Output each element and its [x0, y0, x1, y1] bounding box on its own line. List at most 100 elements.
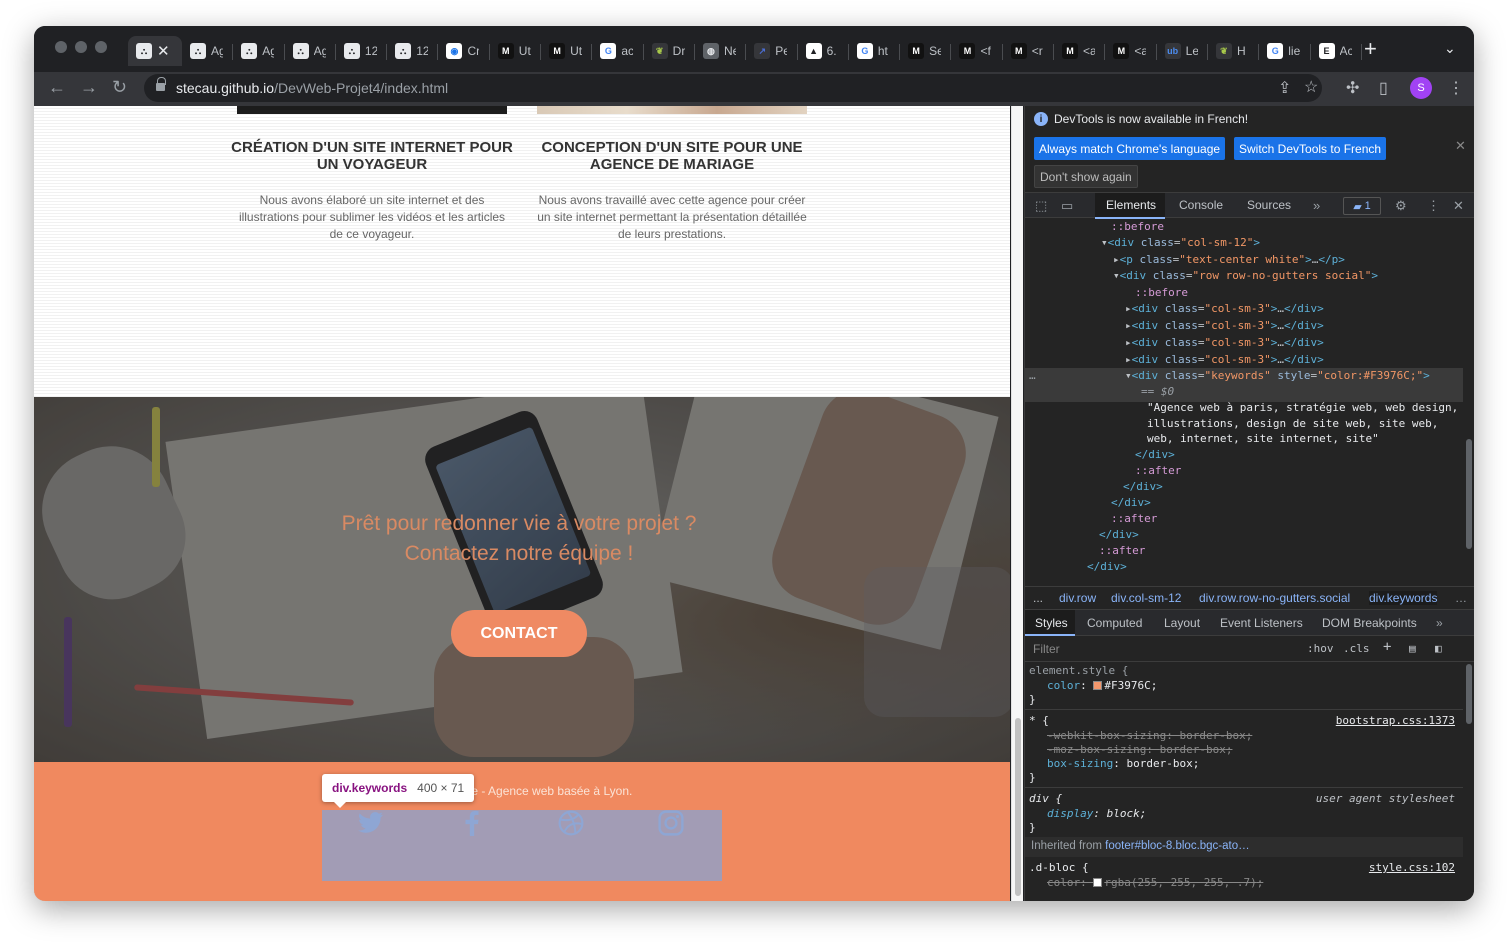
- inspect-element-icon[interactable]: ⬚: [1035, 198, 1047, 214]
- browser-tab[interactable]: M <a: [1054, 36, 1106, 66]
- dom-node-col-sm-12[interactable]: ▾<div class="col-sm-12">: [1101, 235, 1260, 251]
- rule-declaration[interactable]: color: rgba(255, 255, 255, .7);: [1047, 876, 1263, 890]
- browser-tab[interactable]: M <r: [1003, 36, 1055, 66]
- rule-selector[interactable]: element.style {: [1029, 664, 1128, 678]
- browser-tab[interactable]: ub Le: [1157, 36, 1209, 66]
- dom-pseudo-before[interactable]: ::before: [1135, 285, 1188, 301]
- breadcrumb-item-active[interactable]: div.keywords: [1369, 591, 1438, 605]
- close-devtools-icon[interactable]: ✕: [1453, 198, 1464, 214]
- browser-tab[interactable]: E Ac: [1311, 36, 1363, 66]
- facebook-icon[interactable]: [459, 810, 485, 836]
- breadcrumb-item[interactable]: div.col-sm-12: [1111, 591, 1181, 605]
- settings-gear-icon[interactable]: ⚙: [1395, 198, 1407, 214]
- browser-tab[interactable]: ⛬ Ag: [182, 36, 234, 66]
- dom-scrollbar-thumb[interactable]: [1466, 439, 1472, 549]
- dom-pseudo-after[interactable]: ::after: [1135, 463, 1181, 479]
- rule-declaration[interactable]: box-sizing: border-box;: [1047, 757, 1199, 771]
- contact-button[interactable]: CONTACT: [451, 610, 587, 657]
- styles-filter-input[interactable]: Filter: [1033, 642, 1060, 656]
- tab-search-chevron-icon[interactable]: ⌄: [1444, 40, 1456, 57]
- breadcrumb-more-icon[interactable]: …: [1455, 591, 1467, 605]
- dom-text-node[interactable]: "Agence web à paris, stratégie web, web …: [1147, 400, 1458, 416]
- color-swatch[interactable]: [1093, 878, 1103, 887]
- dom-node-keywords[interactable]: ▾<div class="keywords" style="color:#F39…: [1125, 368, 1430, 384]
- dom-node-col-sm-3[interactable]: ▸<div class="col-sm-3">…</div>: [1125, 352, 1324, 368]
- browser-tab[interactable]: M <a: [1105, 36, 1157, 66]
- tab-console[interactable]: Console: [1179, 198, 1223, 212]
- bookmark-star-icon[interactable]: ☆: [1304, 77, 1318, 97]
- inherited-from-link[interactable]: footer#bloc-8.bloc.bgc-ato…: [1105, 840, 1249, 852]
- reload-icon[interactable]: ↻: [112, 77, 127, 98]
- paint-icon[interactable]: ▤: [1409, 642, 1416, 655]
- browser-tab[interactable]: Gac: [592, 36, 644, 66]
- issues-badge[interactable]: ▰ 1: [1343, 197, 1381, 215]
- hov-toggle[interactable]: :hov: [1307, 642, 1334, 655]
- source-link[interactable]: style.css:102: [1369, 861, 1455, 874]
- tab-layout[interactable]: Layout: [1164, 616, 1200, 630]
- toggle-sidebar-icon[interactable]: ◧: [1435, 642, 1442, 655]
- switch-to-french-button[interactable]: Switch DevTools to French: [1234, 137, 1387, 160]
- extensions-puzzle-icon[interactable]: ✣: [1346, 78, 1359, 98]
- dom-node-col-sm-3[interactable]: ▸<div class="col-sm-3">…</div>: [1125, 318, 1324, 334]
- side-panel-icon[interactable]: ▯: [1379, 78, 1388, 98]
- new-tab-button[interactable]: +: [1364, 36, 1377, 62]
- browser-tab[interactable]: ⛬ 12: [387, 36, 439, 66]
- dom-pseudo-before[interactable]: ::before: [1111, 219, 1164, 235]
- dom-text-node[interactable]: web, internet, site internet, site": [1147, 431, 1379, 447]
- breadcrumb-item[interactable]: div.row.row-no-gutters.social: [1199, 591, 1350, 605]
- close-tab-icon[interactable]: ✕: [157, 42, 170, 60]
- devtools-menu-icon[interactable]: ⋮: [1427, 198, 1440, 214]
- back-arrow-icon[interactable]: ←: [48, 77, 66, 98]
- device-toolbar-icon[interactable]: ▭: [1061, 198, 1073, 214]
- browser-tab[interactable]: ◍ Ne: [695, 36, 747, 66]
- profile-avatar[interactable]: S: [1410, 77, 1432, 99]
- breadcrumb-item[interactable]: div.row: [1059, 591, 1096, 605]
- browser-tab[interactable]: Glie: [1259, 36, 1311, 66]
- rule-declaration[interactable]: -moz-box-sizing: border-box;: [1047, 743, 1232, 757]
- styles-scrollbar[interactable]: [1463, 662, 1474, 901]
- rule-declaration[interactable]: color: #F3976C;: [1047, 679, 1157, 693]
- cls-toggle[interactable]: .cls: [1343, 642, 1370, 655]
- dom-node-row-social[interactable]: ▾<div class="row row-no-gutters social">: [1113, 268, 1378, 284]
- dom-node-col-sm-3[interactable]: ▸<div class="col-sm-3">…</div>: [1125, 301, 1324, 317]
- browser-tab[interactable]: Ght: [849, 36, 901, 66]
- tab-dom-breakpoints[interactable]: DOM Breakpoints: [1322, 616, 1417, 630]
- address-bar[interactable]: stecau.github.io/DevWeb-Projet4/index.ht…: [144, 74, 1322, 102]
- browser-tab[interactable]: ❦ H: [1208, 36, 1260, 66]
- page-scrollbar[interactable]: [1011, 106, 1023, 901]
- source-link[interactable]: bootstrap.css:1373: [1336, 714, 1455, 727]
- dom-scrollbar[interactable]: [1463, 219, 1474, 586]
- browser-tab[interactable]: ◉ Cr: [438, 36, 491, 66]
- rule-selector[interactable]: div {: [1029, 792, 1062, 806]
- browser-tab[interactable]: M <f: [951, 36, 1004, 66]
- tab-styles[interactable]: Styles: [1035, 616, 1068, 630]
- lock-icon[interactable]: [156, 77, 166, 92]
- color-swatch[interactable]: [1093, 681, 1103, 690]
- forward-arrow-icon[interactable]: →: [80, 77, 98, 98]
- more-tabs-chevron-icon[interactable]: »: [1313, 198, 1320, 213]
- tab-event-listeners[interactable]: Event Listeners: [1220, 616, 1303, 630]
- browser-tab[interactable]: ⛬ Ag: [233, 36, 285, 66]
- rule-selector[interactable]: .d-bloc {: [1029, 861, 1089, 875]
- menu-kebab-icon[interactable]: ⋮: [1448, 78, 1464, 98]
- dom-node-p-text-center[interactable]: ▸<p class="text-center white">…</p>: [1113, 252, 1345, 268]
- tab-elements[interactable]: Elements: [1106, 198, 1156, 212]
- browser-tab[interactable]: ❦ Dr: [644, 36, 696, 66]
- styles-scrollbar-thumb[interactable]: [1466, 664, 1472, 724]
- close-window-button[interactable]: [55, 41, 67, 53]
- browser-tab[interactable]: ⛬ 12: [336, 36, 388, 66]
- twitter-icon[interactable]: [358, 810, 384, 836]
- browser-tab[interactable]: ⛬Ag✕: [128, 36, 182, 66]
- browser-tab[interactable]: M Ut: [541, 36, 593, 66]
- breadcrumb-overflow[interactable]: ...: [1033, 591, 1043, 605]
- dom-node-col-sm-3[interactable]: ▸<div class="col-sm-3">…</div>: [1125, 335, 1324, 351]
- minimize-window-button[interactable]: [75, 41, 87, 53]
- always-match-language-button[interactable]: Always match Chrome's language: [1034, 137, 1226, 160]
- browser-tab[interactable]: M Se: [900, 36, 952, 66]
- maximize-window-button[interactable]: [95, 41, 107, 53]
- tab-computed[interactable]: Computed: [1087, 616, 1142, 630]
- browser-tab[interactable]: ↗ Pe: [746, 36, 798, 66]
- share-icon[interactable]: ⇪: [1278, 78, 1291, 98]
- browser-tab[interactable]: ⛬ Ag: [285, 36, 337, 66]
- more-style-tabs-chevron-icon[interactable]: »: [1436, 616, 1443, 630]
